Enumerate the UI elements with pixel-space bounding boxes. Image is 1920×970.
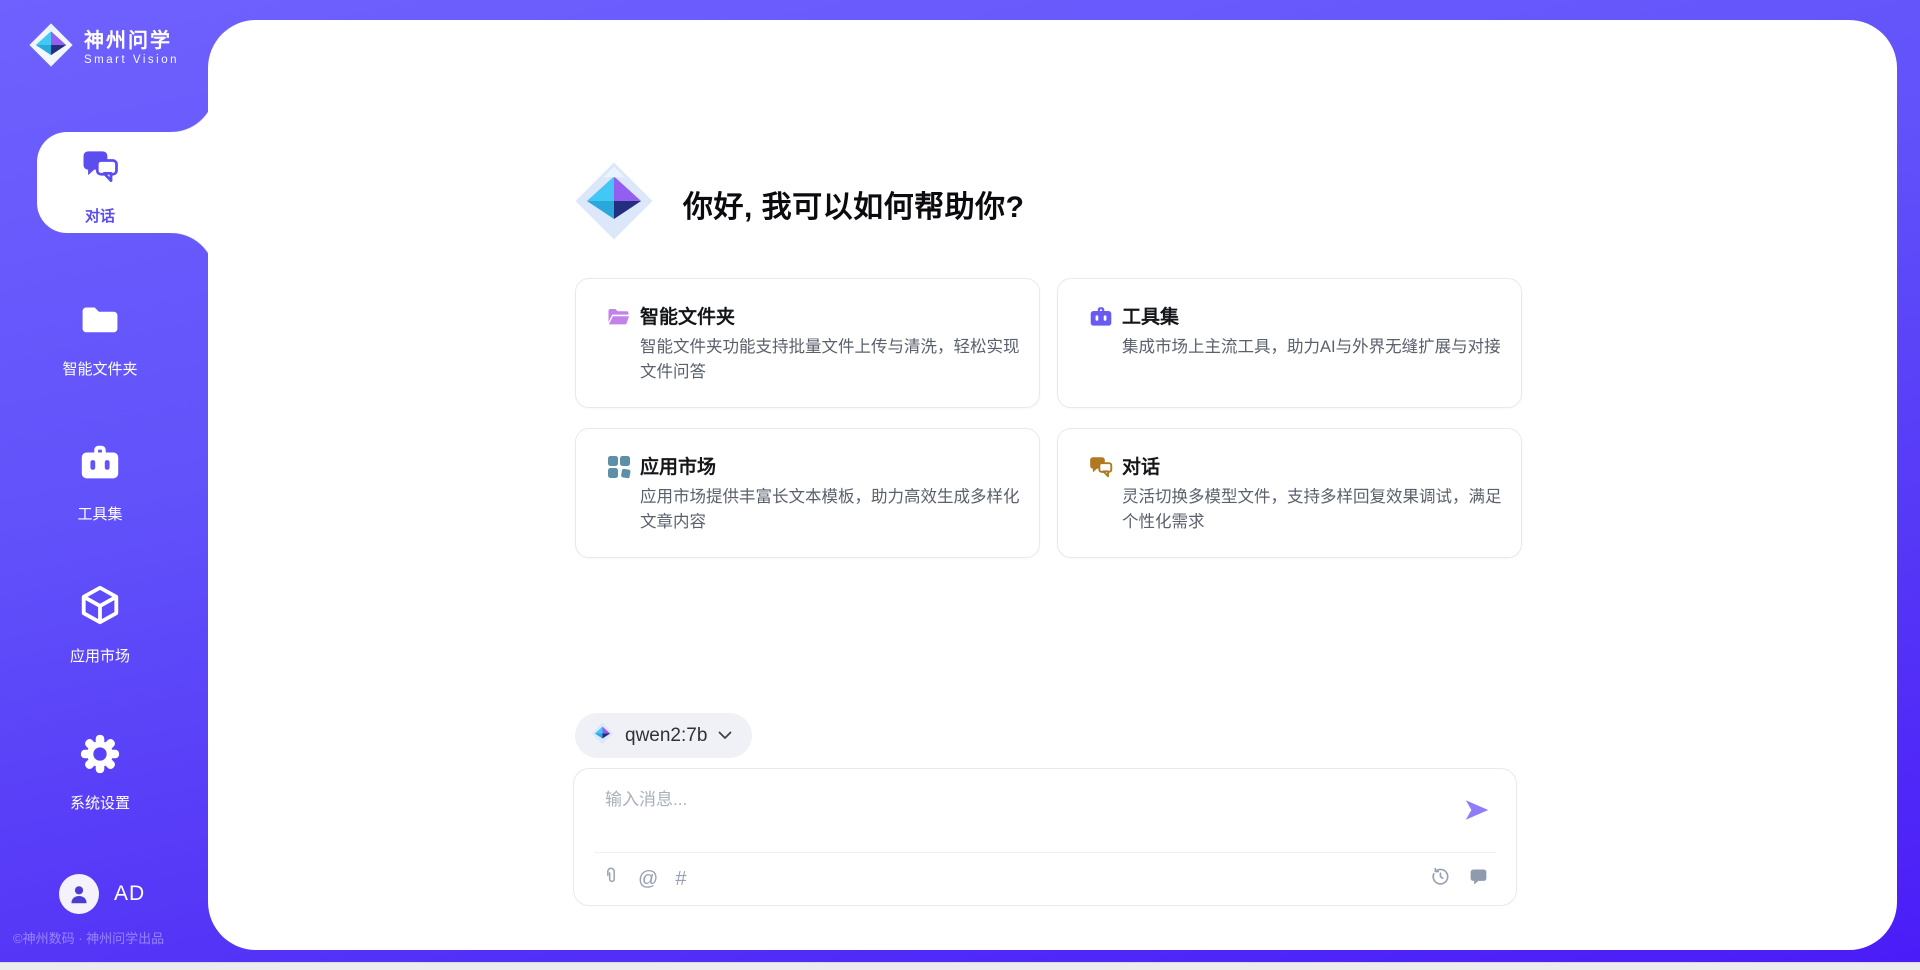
sidebar-item-label: 对话 [85, 205, 115, 226]
message-input[interactable]: 输入消息... [605, 785, 687, 810]
sidebar-item-label: 系统设置 [70, 792, 130, 813]
model-gem-icon [591, 722, 614, 750]
briefcase-icon [1088, 304, 1114, 330]
app-window: 神州问学 Smart Vision 对话 智能文件夹 [0, 0, 1920, 970]
bottom-edge-strip [0, 962, 1920, 970]
model-name: qwen2:7b [625, 725, 707, 747]
card-title: 工具集 [1122, 302, 1179, 329]
attachment-icon[interactable] [601, 865, 621, 892]
cube-icon [77, 582, 123, 633]
sidebar-item-app-market[interactable]: 应用市场 [0, 582, 200, 666]
chat-icon [78, 144, 122, 193]
chevron-down-icon [718, 727, 732, 745]
history-icon[interactable] [1429, 865, 1451, 892]
greeting-gem-icon [573, 158, 655, 249]
model-selector[interactable]: qwen2:7b [575, 713, 752, 758]
sidebar-item-label: 智能文件夹 [62, 358, 137, 379]
composer-divider [594, 852, 1496, 853]
card-description: 智能文件夹功能支持批量文件上传与清洗，轻松实现文件问答 [640, 335, 1022, 385]
avatar [59, 874, 99, 914]
message-composer[interactable]: 输入消息... @ # [573, 768, 1517, 906]
brand-subtitle: Smart Vision [84, 54, 179, 66]
user-profile[interactable]: AD [59, 874, 145, 914]
card-chat[interactable]: 对话 灵活切换多模型文件，支持多样回复效果调试，满足个性化需求 [1057, 428, 1522, 558]
feedback-chat-icon[interactable] [1468, 866, 1489, 892]
sidebar-item-label: 应用市场 [70, 645, 130, 666]
card-title: 应用市场 [640, 452, 716, 479]
mention-icon[interactable]: @ [638, 868, 658, 890]
sidebar-item-settings[interactable]: 系统设置 [0, 733, 200, 813]
card-title: 对话 [1122, 452, 1160, 479]
folder-open-icon [606, 304, 632, 330]
chat-icon [1088, 454, 1114, 480]
card-description: 应用市场提供丰富长文本模板，助力高效生成多样化文章内容 [640, 485, 1022, 535]
brand-name: 神州问学 [84, 29, 179, 54]
brand: 神州问学 Smart Vision [28, 22, 179, 73]
sidebar-item-toolset[interactable]: 工具集 [0, 440, 200, 524]
gear-icon [79, 733, 121, 780]
user-name: AD [114, 882, 145, 906]
grid-icon [606, 454, 632, 480]
card-toolset[interactable]: 工具集 集成市场上主流工具，助力AI与外界无缝扩展与对接 [1057, 278, 1522, 408]
briefcase-icon [77, 440, 123, 491]
hashtag-icon[interactable]: # [675, 868, 686, 890]
sidebar-item-smart-folder[interactable]: 智能文件夹 [0, 297, 200, 379]
card-smart-folder[interactable]: 智能文件夹 智能文件夹功能支持批量文件上传与清洗，轻松实现文件问答 [575, 278, 1040, 408]
greeting: 你好, 我可以如何帮助你? [573, 158, 1025, 249]
folder-icon [78, 297, 122, 346]
card-description: 灵活切换多模型文件，支持多样回复效果调试，满足个性化需求 [1122, 485, 1504, 535]
card-app-market[interactable]: 应用市场 应用市场提供丰富长文本模板，助力高效生成多样化文章内容 [575, 428, 1040, 558]
send-icon[interactable] [1463, 796, 1491, 829]
sidebar-item-label: 工具集 [77, 503, 122, 524]
greeting-title: 你好, 我可以如何帮助你? [683, 182, 1025, 226]
card-description: 集成市场上主流工具，助力AI与外界无缝扩展与对接 [1122, 335, 1504, 360]
brand-logo-gem-icon [28, 22, 74, 73]
sidebar-item-chat[interactable]: 对话 [0, 144, 200, 226]
card-title: 智能文件夹 [640, 302, 735, 329]
copyright-text: ©神州数码 · 神州问学出品 [13, 928, 164, 947]
